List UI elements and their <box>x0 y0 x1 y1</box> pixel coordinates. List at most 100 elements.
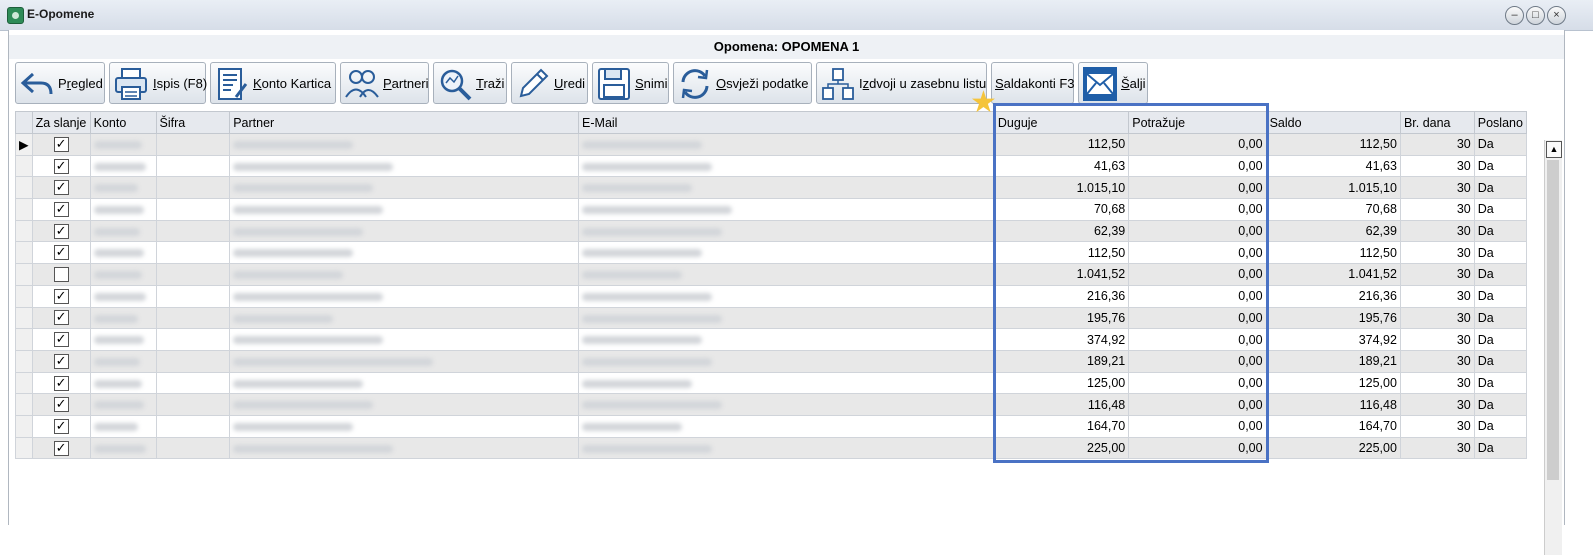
za-slanje-cell[interactable]: ✓ <box>31 176 91 200</box>
snimi-button[interactable]: Snimi <box>592 62 669 104</box>
send-checkbox[interactable]: ✓ <box>53 223 69 239</box>
close-button[interactable]: × <box>1547 6 1566 25</box>
send-checkbox[interactable]: ✓ <box>53 310 69 326</box>
za-slanje-cell[interactable]: ✓ <box>31 328 91 351</box>
row-selector[interactable] <box>15 263 33 286</box>
osvjezi-podatke-label: Osvježi podatke <box>716 76 809 91</box>
col-header-za-slanje[interactable]: Za slanje <box>31 111 91 134</box>
scroll-up-arrow-icon[interactable]: ▲ <box>1546 141 1562 158</box>
saldakonti-button[interactable]: Saldakonti F3 <box>991 62 1075 104</box>
potrazuje-cell: 0,00 <box>1128 414 1267 438</box>
row-selector[interactable] <box>15 154 33 178</box>
za-slanje-cell[interactable]: ✓ <box>31 371 91 395</box>
partneri-button[interactable]: Partneri <box>340 62 429 104</box>
konto-cell <box>89 241 157 265</box>
za-slanje-cell[interactable]: ✓ <box>31 219 91 243</box>
send-checkbox[interactable] <box>53 267 69 283</box>
row-selector[interactable] <box>15 436 33 460</box>
za-slanje-cell[interactable] <box>31 263 91 286</box>
col-header-duguje[interactable]: Duguje <box>993 111 1130 134</box>
table-row[interactable]: ✓ 116,48 0,00 116,48 30 Da <box>15 393 1528 416</box>
search-icon <box>440 69 472 101</box>
duguje-cell: 125,00 <box>993 371 1130 395</box>
potrazuje-cell: 0,00 <box>1128 219 1267 243</box>
za-slanje-cell[interactable]: ✓ <box>31 198 91 221</box>
col-header-email[interactable]: E-Mail <box>578 111 995 134</box>
col-header-sifra[interactable]: Šifra <box>155 111 231 134</box>
send-checkbox[interactable]: ✓ <box>53 440 69 456</box>
col-header-saldo[interactable]: Saldo <box>1265 111 1401 134</box>
col-header-potrazuje[interactable]: Potražuje <box>1128 111 1267 134</box>
za-slanje-cell[interactable]: ✓ <box>31 414 91 438</box>
row-selector[interactable] <box>15 306 33 330</box>
table-row[interactable]: ✓ 125,00 0,00 125,00 30 Da <box>15 371 1528 395</box>
table-row[interactable]: ✓ 41,63 0,00 41,63 30 Da <box>15 154 1528 178</box>
scroll-thumb[interactable] <box>1547 160 1559 480</box>
email-cell <box>578 414 995 438</box>
table-row[interactable]: ✓ 164,70 0,00 164,70 30 Da <box>15 414 1528 438</box>
table-row[interactable]: ✓ 70,68 0,00 70,68 30 Da <box>15 198 1528 221</box>
row-selector[interactable] <box>15 393 33 416</box>
send-checkbox[interactable]: ✓ <box>53 136 69 152</box>
send-checkbox[interactable]: ✓ <box>53 245 69 261</box>
vertical-scrollbar[interactable]: ▲ <box>1544 140 1562 555</box>
osvjezi-podatke-button[interactable]: Osvježi podatke <box>673 62 812 104</box>
send-checkbox[interactable]: ✓ <box>53 418 69 434</box>
row-selector[interactable] <box>15 241 33 265</box>
salji-button[interactable]: Šalji <box>1078 62 1148 104</box>
row-selector[interactable] <box>15 371 33 395</box>
za-slanje-cell[interactable]: ✓ <box>31 284 91 308</box>
ispis-button[interactable]: Ispis (F8) <box>109 62 207 104</box>
col-header-br-dana[interactable]: Br. dana <box>1399 111 1475 134</box>
konto-cell <box>89 219 157 243</box>
table-row[interactable]: ✓ 216,36 0,00 216,36 30 Da <box>15 284 1528 308</box>
pregled-button[interactable]: Pregled <box>15 62 105 104</box>
konto-kartica-button[interactable]: Konto Kartica <box>210 62 336 104</box>
row-selector[interactable] <box>15 219 33 243</box>
col-header-poslano[interactable]: Poslano <box>1473 111 1528 134</box>
send-checkbox[interactable]: ✓ <box>53 288 69 304</box>
split-list-icon <box>822 68 854 100</box>
za-slanje-cell[interactable]: ✓ <box>31 241 91 265</box>
table-row[interactable]: ✓ 195,76 0,00 195,76 30 Da <box>15 306 1528 330</box>
maximize-button[interactable]: □ <box>1526 6 1545 25</box>
send-checkbox[interactable]: ✓ <box>53 158 69 174</box>
za-slanje-cell[interactable]: ✓ <box>31 306 91 330</box>
card-list-icon <box>218 68 248 100</box>
za-slanje-cell[interactable]: ✓ <box>31 133 91 156</box>
col-header-konto[interactable]: Konto <box>89 111 157 134</box>
uredi-button[interactable]: Uredi <box>511 62 588 104</box>
send-checkbox[interactable]: ✓ <box>53 180 69 196</box>
minimize-button[interactable]: – <box>1505 6 1524 25</box>
sifra-cell <box>155 198 231 221</box>
table-row[interactable]: ✓ 374,92 0,00 374,92 30 Da <box>15 328 1528 351</box>
table-row[interactable]: ✓ 112,50 0,00 112,50 30 Da <box>15 241 1528 265</box>
table-row[interactable]: 1.041,52 0,00 1.041,52 30 Da <box>15 263 1528 286</box>
row-selector[interactable] <box>15 414 33 438</box>
izdvoji-button[interactable]: Izdvoji u zasebnu listu <box>816 62 987 104</box>
table-row[interactable]: ✓ 62,39 0,00 62,39 30 Da <box>15 219 1528 243</box>
sifra-cell <box>155 154 231 178</box>
table-row[interactable]: ✓ 1.015,10 0,00 1.015,10 30 Da <box>15 176 1528 200</box>
send-checkbox[interactable]: ✓ <box>53 353 69 369</box>
za-slanje-cell[interactable]: ✓ <box>31 436 91 460</box>
za-slanje-cell[interactable]: ✓ <box>31 154 91 178</box>
table-row[interactable]: ✓ 189,21 0,00 189,21 30 Da <box>15 349 1528 373</box>
row-selector[interactable]: ▶ <box>15 133 33 156</box>
saldo-cell: 112,50 <box>1265 241 1401 265</box>
send-checkbox[interactable]: ✓ <box>53 375 69 391</box>
col-header-partner[interactable]: Partner <box>229 111 580 134</box>
za-slanje-cell[interactable]: ✓ <box>31 349 91 373</box>
trazi-button[interactable]: Traži <box>433 62 507 104</box>
row-selector[interactable] <box>15 198 33 221</box>
row-selector[interactable] <box>15 328 33 351</box>
row-selector[interactable] <box>15 176 33 200</box>
table-row[interactable]: ▶ ✓ 112,50 0,00 112,50 30 Da <box>15 133 1528 156</box>
table-row[interactable]: ✓ 225,00 0,00 225,00 30 Da <box>15 436 1528 460</box>
send-checkbox[interactable]: ✓ <box>53 332 69 348</box>
send-checkbox[interactable]: ✓ <box>53 202 69 217</box>
row-selector[interactable] <box>15 349 33 373</box>
za-slanje-cell[interactable]: ✓ <box>31 393 91 416</box>
row-selector[interactable] <box>15 284 33 308</box>
send-checkbox[interactable]: ✓ <box>53 397 69 413</box>
